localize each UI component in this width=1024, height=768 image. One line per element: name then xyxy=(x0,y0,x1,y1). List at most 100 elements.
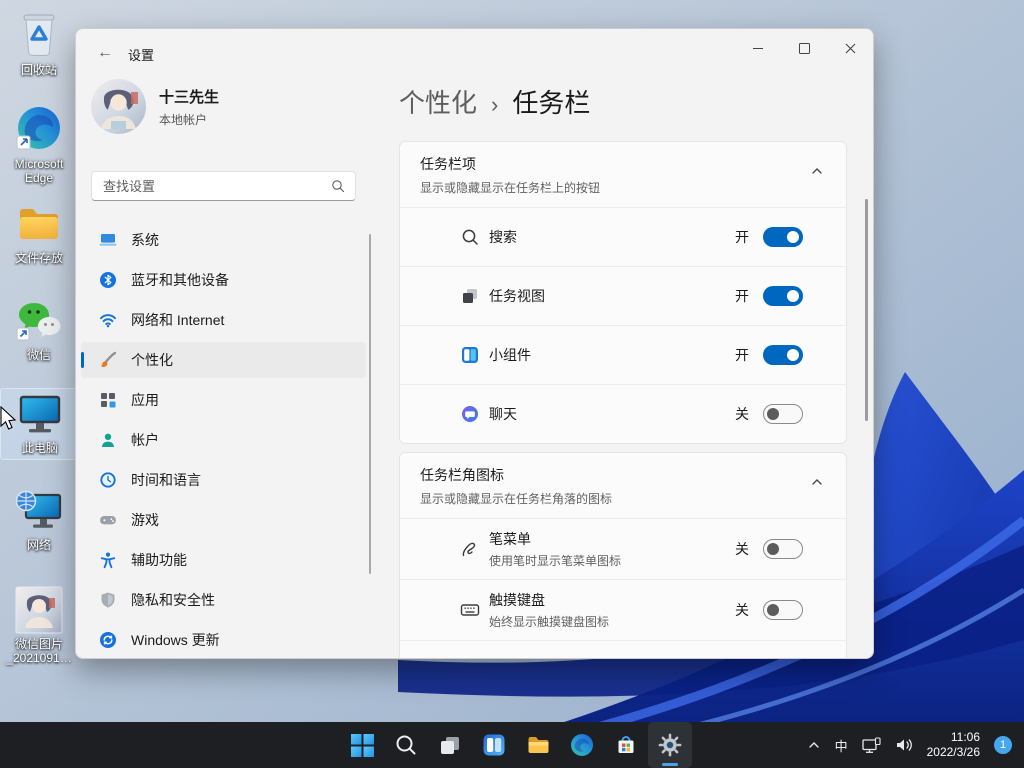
desktop-icon-network[interactable]: 网络 xyxy=(0,487,78,552)
window-title: 设置 xyxy=(128,48,155,63)
wifi-icon xyxy=(99,311,117,329)
breadcrumb-separator-icon: › xyxy=(491,92,499,117)
desktop-icon-label: 微信 xyxy=(26,348,51,362)
setting-label: 搜索 xyxy=(489,229,517,245)
section-taskbar-corner-icons: 任务栏角图标 显示或隐藏显示在任务栏角落的图标 笔菜单 使用笔时显示笔菜单图标 xyxy=(399,452,847,658)
system-tray: 中 11:06 2022/3/26 1 xyxy=(800,722,1024,768)
apps-icon xyxy=(99,391,117,409)
desktop-icon-folder[interactable]: 文件存放 xyxy=(0,200,78,265)
desktop-icon-label: 回收站 xyxy=(20,63,57,77)
shield-icon xyxy=(99,591,117,609)
section-header[interactable]: 任务栏角图标 显示或隐藏显示在任务栏角落的图标 xyxy=(400,453,846,518)
taskbar-file-explorer-button[interactable] xyxy=(516,722,560,768)
setting-label: 任务视图 xyxy=(489,288,545,304)
sidebar-item-accounts[interactable]: 帐户 xyxy=(81,422,366,458)
section-title: 任务栏角图标 xyxy=(420,467,504,483)
desktop-icon-label: Microsoft Edge xyxy=(14,157,64,185)
settings-main-pane: 个性化 › 任务栏 任务栏项 显示或隐藏显示在任务栏上的按钮 搜索 开 任务视图… xyxy=(396,77,873,658)
setting-label: 触摸键盘 xyxy=(489,592,545,608)
edge-icon xyxy=(571,734,593,756)
toggle-state-label: 关 xyxy=(735,602,749,618)
edge-icon xyxy=(15,104,63,154)
gamepad-icon xyxy=(99,511,117,529)
desktop-icon-label: 此电脑 xyxy=(21,441,58,455)
toggle-state-label: 关 xyxy=(735,541,749,557)
settings-sidebar: 十三先生 本地帐户 系统 xyxy=(76,77,391,658)
widgets-icon xyxy=(460,345,480,365)
ime-indicator[interactable]: 中 xyxy=(828,725,855,765)
section-description: 显示或隐藏显示在任务栏上的按钮 xyxy=(420,181,601,195)
taskbar-settings-button[interactable] xyxy=(648,722,692,768)
sidebar-item-apps[interactable]: 应用 xyxy=(81,382,366,418)
chevron-up-icon[interactable] xyxy=(806,471,828,493)
search-icon xyxy=(331,179,345,193)
toggle-pen-menu[interactable] xyxy=(763,539,803,559)
recycle-bin-icon xyxy=(15,10,63,60)
breadcrumb-parent[interactable]: 个性化 xyxy=(399,83,477,120)
network-tray-button[interactable] xyxy=(855,725,888,765)
sidebar-item-label: 辅助功能 xyxy=(131,552,187,568)
accessibility-icon xyxy=(99,551,117,569)
toggle-chat[interactable] xyxy=(763,404,803,424)
sidebar-item-label: 网络和 Internet xyxy=(131,312,225,328)
taskbar-edge-button[interactable] xyxy=(560,722,604,768)
setting-row-widgets: 小组件 开 xyxy=(400,325,846,384)
task-view-icon xyxy=(441,737,459,754)
taskbar-search-button[interactable] xyxy=(384,722,428,768)
content-scrollbar[interactable] xyxy=(865,199,868,421)
toggle-state-label: 开 xyxy=(735,229,749,245)
sidebar-item-system[interactable]: 系统 xyxy=(81,222,366,258)
network-icon-desktop xyxy=(14,487,64,535)
close-button[interactable] xyxy=(827,29,873,67)
taskbar: 中 11:06 2022/3/26 1 xyxy=(0,722,1024,768)
breadcrumb: 个性化 › 任务栏 xyxy=(399,83,590,120)
volume-tray-button[interactable] xyxy=(888,725,921,765)
section-header[interactable]: 任务栏项 显示或隐藏显示在任务栏上的按钮 xyxy=(400,142,846,207)
chevron-up-icon[interactable] xyxy=(806,160,828,182)
tray-overflow-button[interactable] xyxy=(800,725,828,765)
search-input[interactable] xyxy=(92,178,331,194)
taskbar-widgets-button[interactable] xyxy=(472,722,516,768)
clock-icon xyxy=(99,471,117,489)
maximize-button[interactable] xyxy=(781,29,827,67)
setting-label: 笔菜单 xyxy=(489,531,531,547)
chat-icon xyxy=(460,404,480,424)
setting-row-pen-menu: 笔菜单 使用笔时显示笔菜单图标 关 xyxy=(400,518,846,579)
back-button[interactable]: ← xyxy=(90,40,120,66)
sidebar-item-gaming[interactable]: 游戏 xyxy=(81,502,366,538)
sidebar-item-bluetooth-devices[interactable]: 蓝牙和其他设备 xyxy=(81,262,366,298)
windows-start-icon xyxy=(350,733,374,757)
toggle-search[interactable] xyxy=(763,227,803,247)
desktop-icon-edge[interactable]: Microsoft Edge xyxy=(0,104,78,185)
tray-time: 11:06 xyxy=(950,730,980,744)
setting-row-task-view: 任务视图 开 xyxy=(400,266,846,325)
sidebar-item-privacy-security[interactable]: 隐私和安全性 xyxy=(81,582,366,618)
section-title: 任务栏项 xyxy=(420,156,476,172)
search-icon xyxy=(396,735,416,755)
desktop-icon-column: 回收站 Microsoft Edge 文件存放 微信 此电脑 网络 微信图片_2… xyxy=(0,0,80,722)
sidebar-scrollbar[interactable] xyxy=(369,234,371,574)
desktop-icon-wechat-image[interactable]: 微信图片_2021091… xyxy=(0,586,78,665)
sidebar-item-network-internet[interactable]: 网络和 Internet xyxy=(81,302,366,338)
start-button[interactable] xyxy=(340,722,384,768)
brush-icon xyxy=(99,351,117,369)
account-type: 本地帐户 xyxy=(159,112,208,127)
sidebar-item-time-language[interactable]: 时间和语言 xyxy=(81,462,366,498)
microsoft-store-icon xyxy=(618,736,634,753)
toggle-touch-keyboard[interactable] xyxy=(763,600,803,620)
sidebar-item-personalization[interactable]: 个性化 xyxy=(81,342,366,378)
desktop-icon-wechat[interactable]: 微信 xyxy=(0,297,78,362)
sidebar-item-windows-update[interactable]: Windows 更新 xyxy=(81,622,366,658)
desktop-icon-recycle-bin[interactable]: 回收站 xyxy=(0,10,78,77)
window-titlebar: ← 设置 xyxy=(76,29,873,77)
taskbar-store-button[interactable] xyxy=(604,722,648,768)
toggle-task-view[interactable] xyxy=(763,286,803,306)
minimize-button[interactable] xyxy=(735,29,781,67)
this-pc-icon xyxy=(15,392,65,438)
toggle-widgets[interactable] xyxy=(763,345,803,365)
section-description: 显示或隐藏显示在任务栏角落的图标 xyxy=(420,492,613,506)
taskbar-task-view-button[interactable] xyxy=(428,722,472,768)
taskbar-clock[interactable]: 11:06 2022/3/26 xyxy=(921,730,986,760)
notification-badge[interactable]: 1 xyxy=(994,736,1012,754)
sidebar-item-accessibility[interactable]: 辅助功能 xyxy=(81,542,366,578)
